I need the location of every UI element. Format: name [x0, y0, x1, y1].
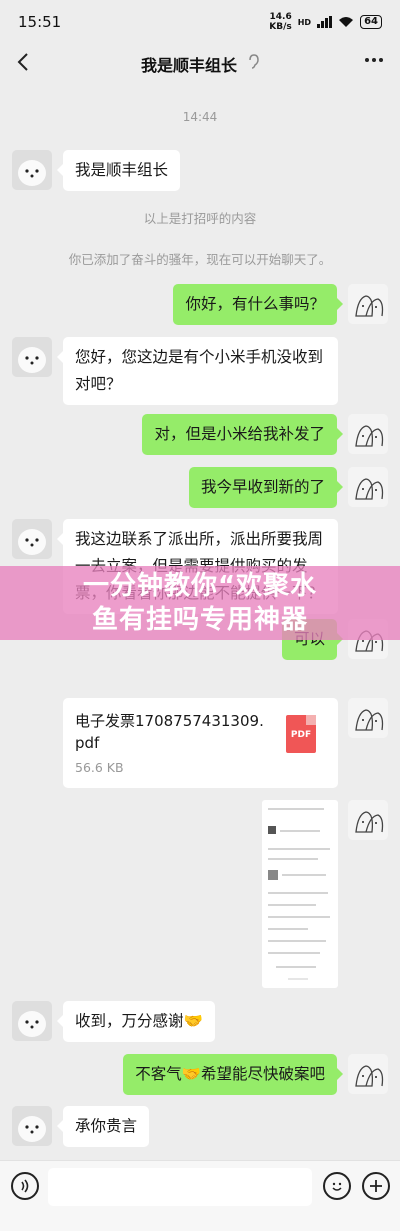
- signal-icon: [317, 16, 333, 28]
- image-message[interactable]: [262, 800, 338, 988]
- message-bubble[interactable]: 承你贵言: [56, 1106, 150, 1147]
- chat-timestamp: 14:44: [182, 110, 218, 124]
- contact-avatar[interactable]: [12, 1001, 52, 1041]
- my-avatar[interactable]: [348, 467, 388, 507]
- contact-avatar[interactable]: [12, 1106, 52, 1146]
- my-avatar[interactable]: [348, 284, 388, 324]
- ear-icon: [247, 54, 259, 74]
- couple-avatar-icon: [348, 800, 388, 840]
- plus-button[interactable]: [362, 1172, 390, 1200]
- contact-avatar[interactable]: [12, 519, 52, 559]
- my-avatar[interactable]: [348, 1054, 388, 1094]
- message-input[interactable]: [48, 1168, 312, 1206]
- message-bubble[interactable]: 你好，有什么事吗？: [173, 284, 343, 325]
- message-bubble[interactable]: 我是顺丰组长: [56, 150, 181, 191]
- battery-icon: 64: [360, 15, 382, 29]
- contact-avatar[interactable]: [12, 150, 52, 190]
- couple-avatar-icon: [348, 1054, 388, 1094]
- plus-icon: [370, 1180, 382, 1192]
- voice-button[interactable]: [11, 1172, 39, 1200]
- dog-avatar-icon: [12, 1001, 52, 1041]
- chat-input-bar: [0, 1160, 400, 1231]
- dog-avatar-icon: [12, 337, 52, 377]
- wifi-icon: [339, 17, 354, 27]
- status-bar: 15:51 14.6 KB/s HD 64: [0, 0, 400, 44]
- dog-avatar-icon: [12, 1106, 52, 1146]
- message-bubble[interactable]: 我今早收到新的了: [188, 467, 344, 508]
- file-name: 电子发票1708757431309.pdf: [75, 712, 264, 752]
- message-bubble[interactable]: 您好，您这边是有个小米手机没收到对吧？: [57, 337, 338, 405]
- file-message-card[interactable]: 电子发票1708757431309.pdf 56.6 KB PDF: [63, 698, 338, 788]
- chat-header: 我是顺丰组长: [0, 44, 400, 84]
- emoji-icon: [332, 1182, 342, 1191]
- more-dots-icon: [365, 58, 383, 62]
- chat-title: 我是顺丰组长: [140, 56, 237, 75]
- message-bubble[interactable]: 收到，万分感谢🤝: [57, 1001, 215, 1042]
- status-icons: 14.6 KB/s HD 64: [269, 12, 382, 32]
- emoji-button[interactable]: [323, 1172, 351, 1200]
- pdf-file-icon: PDF: [286, 715, 316, 753]
- message-bubble[interactable]: 不客气🤝希望能尽快破案吧: [123, 1054, 343, 1095]
- my-avatar[interactable]: [348, 414, 388, 454]
- couple-avatar-icon: [348, 414, 388, 454]
- voice-icon: [21, 1179, 29, 1193]
- net-speed: 14.6 KB/s: [269, 12, 292, 32]
- my-avatar[interactable]: [348, 800, 388, 840]
- file-size: 56.6 KB: [75, 760, 124, 775]
- status-time: 15:51: [18, 13, 62, 31]
- signal-label: HD: [297, 17, 312, 27]
- promo-overlay-banner: 一分钟教你“欢聚水 鱼有挂吗专用神器: [0, 566, 400, 640]
- system-note: 你已添加了奋斗的骚年，现在可以开始聊天了。: [68, 252, 332, 267]
- dog-avatar-icon: [12, 150, 52, 190]
- more-button[interactable]: [362, 48, 386, 78]
- couple-avatar-icon: [348, 284, 388, 324]
- overlay-text: 一分钟教你“欢聚水 鱼有挂吗专用神器: [82, 571, 318, 635]
- chevron-left-icon: [17, 53, 28, 71]
- message-bubble[interactable]: 对，但是小米给我补发了: [142, 414, 343, 455]
- couple-avatar-icon: [348, 698, 388, 738]
- dog-avatar-icon: [12, 519, 52, 559]
- system-note: 以上是打招呼的内容: [143, 211, 257, 226]
- couple-avatar-icon: [348, 467, 388, 507]
- contact-avatar[interactable]: [12, 337, 52, 377]
- my-avatar[interactable]: [348, 698, 388, 738]
- back-button[interactable]: [12, 50, 40, 78]
